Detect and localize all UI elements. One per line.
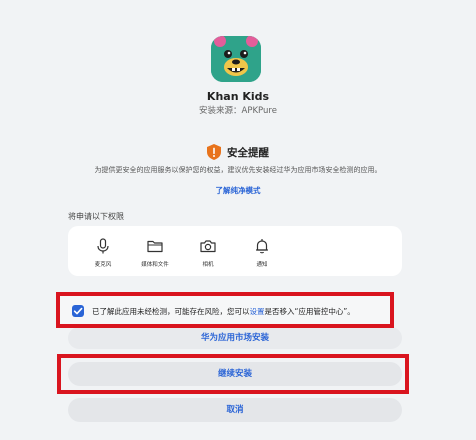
camera-icon bbox=[200, 240, 216, 253]
consent-text-before: 已了解此应用未经检测，可能存在风险，您可以 bbox=[92, 307, 250, 316]
consent-text-after: 是否移入“应用管控中心”。 bbox=[264, 307, 355, 316]
risk-consent-text: 已了解此应用未经检测，可能存在风险，您可以设置是否移入“应用管控中心”。 bbox=[92, 306, 355, 317]
install-source: 安装来源：APKPure bbox=[0, 104, 476, 116]
permissions-heading: 将申请以下权限 bbox=[68, 212, 124, 221]
permission-camera: 相机 bbox=[183, 226, 233, 276]
permission-label: 媒体和文件 bbox=[141, 262, 169, 268]
permission-label: 通知 bbox=[256, 262, 268, 268]
bell-icon bbox=[256, 239, 268, 254]
continue-install-button[interactable]: 继续安装 bbox=[68, 362, 402, 386]
checkmark-icon bbox=[73, 307, 83, 315]
security-warning-header: 安全提醒 bbox=[0, 144, 476, 160]
permission-microphone: 麦克风 bbox=[78, 226, 128, 276]
microphone-icon bbox=[97, 238, 109, 254]
permission-media-files: 媒体和文件 bbox=[130, 226, 180, 276]
risk-consent-checkbox[interactable] bbox=[72, 305, 84, 317]
cancel-button[interactable]: 取消 bbox=[68, 398, 402, 422]
folder-icon bbox=[147, 240, 163, 253]
permission-label: 麦克风 bbox=[94, 262, 112, 268]
app-name: Khan Kids bbox=[206, 90, 270, 103]
security-warning-text: 为提供更安全的应用服务以保护您的权益，建议优先安装经过华为应用市场安全检测的应用… bbox=[94, 166, 382, 174]
shield-warning-icon bbox=[207, 144, 221, 160]
huawei-appgallery-install-button[interactable]: 华为应用市场安装 bbox=[68, 327, 402, 349]
install-source-label: 安装来源： bbox=[199, 106, 242, 116]
settings-link[interactable]: 设置 bbox=[250, 307, 265, 316]
learn-pure-mode-link[interactable]: 了解纯净模式 bbox=[0, 185, 476, 196]
install-source-value: APKPure bbox=[241, 106, 277, 116]
risk-consent-row: 已了解此应用未经检测，可能存在风险，您可以设置是否移入“应用管控中心”。 bbox=[56, 292, 394, 328]
permission-label: 相机 bbox=[202, 262, 214, 268]
security-warning-title: 安全提醒 bbox=[227, 146, 269, 159]
permissions-card: 麦克风 媒体和文件 相机 通知 bbox=[68, 226, 402, 276]
permission-notification: 通知 bbox=[237, 226, 287, 276]
app-icon bbox=[211, 36, 261, 82]
